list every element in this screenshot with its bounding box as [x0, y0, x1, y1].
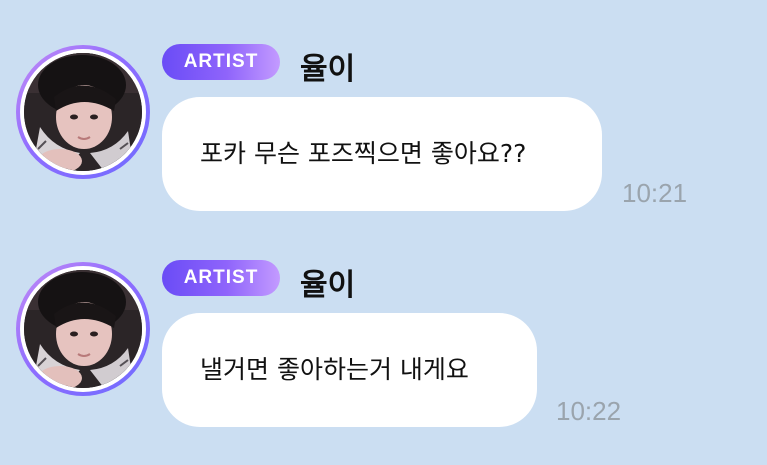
message-bubble[interactable]: 낼거면 좋아하는거 내게요 — [162, 313, 537, 427]
sender-name: 율이 — [300, 268, 356, 303]
message-text: 낼거면 좋아하는거 내게요 — [200, 355, 469, 384]
artist-badge: ARTIST — [162, 260, 280, 296]
avatar[interactable] — [16, 262, 150, 396]
message-time: 10:22 — [556, 396, 622, 426]
profile-photo-icon — [24, 270, 142, 388]
chat-message: ARTIST 율이 낼거면 좋아하는거 내게요 10:22 — [0, 0, 767, 465]
